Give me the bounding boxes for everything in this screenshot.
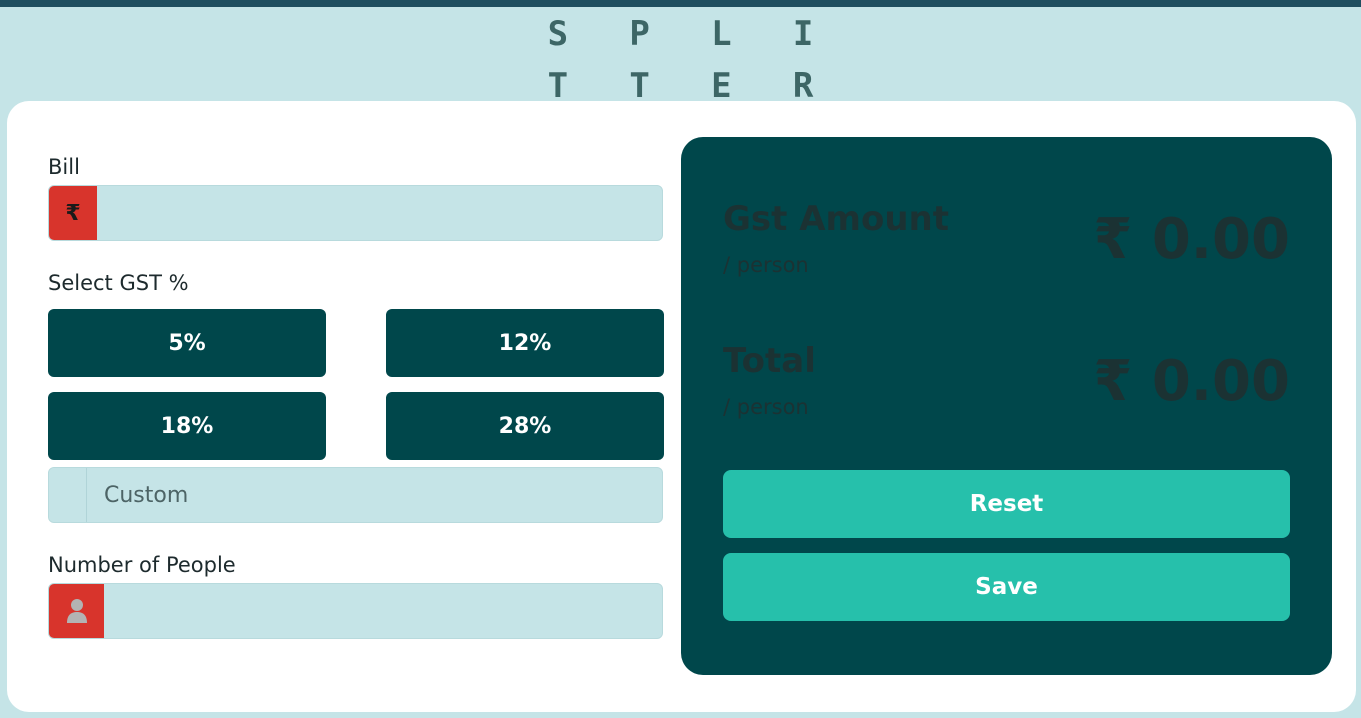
reset-button[interactable]: Reset <box>723 470 1290 538</box>
results-panel: Gst Amount / person ₹ 0.00 Total / perso… <box>681 137 1332 675</box>
total-title: Total <box>723 341 816 381</box>
gst-amount-title: Gst Amount <box>723 199 949 239</box>
gst-amount-subtitle: / person <box>723 253 809 277</box>
custom-gst-group <box>48 467 663 523</box>
rupee-icon: ₹ <box>49 186 97 240</box>
person-icon <box>49 584 104 638</box>
save-button[interactable]: Save <box>723 553 1290 621</box>
gst-label: Select GST % <box>48 271 189 295</box>
people-label: Number of People <box>48 553 236 577</box>
gst-amount-value: ₹ 0.00 <box>1093 207 1290 272</box>
logo-line-1: S P L I <box>547 14 834 54</box>
custom-slot <box>49 468 87 522</box>
app-logo: S P L I T T E R <box>0 8 1361 112</box>
people-input-group <box>48 583 663 639</box>
total-value: ₹ 0.00 <box>1093 349 1290 414</box>
bill-input[interactable] <box>105 186 655 240</box>
total-subtitle: / person <box>723 395 809 419</box>
top-border <box>0 0 1361 7</box>
people-input[interactable] <box>112 584 657 638</box>
custom-gst-input[interactable] <box>104 468 654 522</box>
bill-label: Bill <box>48 155 80 179</box>
gst-5-button[interactable]: 5% <box>48 309 326 377</box>
gst-28-button[interactable]: 28% <box>386 392 664 460</box>
gst-18-button[interactable]: 18% <box>48 392 326 460</box>
bill-input-group: ₹ <box>48 185 663 241</box>
person-icon-svg <box>66 599 87 623</box>
gst-12-button[interactable]: 12% <box>386 309 664 377</box>
